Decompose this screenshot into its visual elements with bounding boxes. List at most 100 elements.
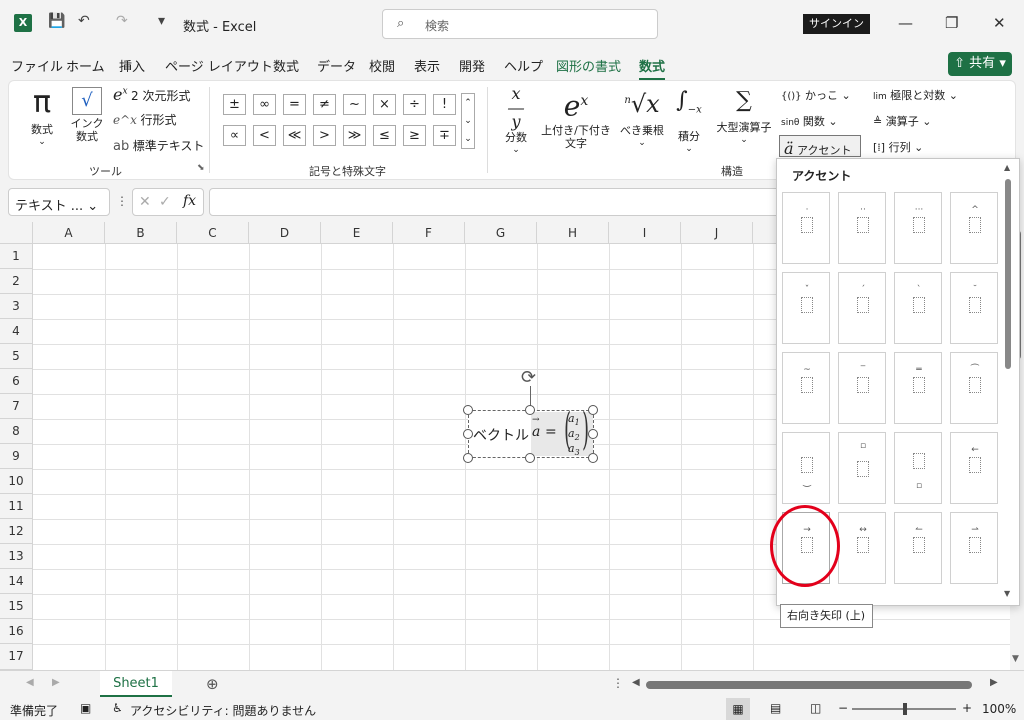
column-header[interactable]: C — [177, 222, 249, 244]
row-header[interactable]: 16 — [0, 619, 33, 644]
function-button[interactable]: sinθ 関数 ⌄ — [781, 113, 838, 129]
minimize-icon[interactable]: — — [898, 14, 913, 32]
resize-handle[interactable] — [588, 429, 598, 439]
tab-home[interactable]: ホーム — [66, 56, 105, 75]
normal-text-button[interactable]: ab 標準テキスト — [113, 137, 204, 154]
undo-icon[interactable]: ↶ — [78, 13, 90, 29]
accent-hat[interactable]: ^ — [950, 192, 998, 264]
row-header[interactable]: 17 — [0, 644, 33, 670]
gallery-scroll-thumb[interactable] — [1005, 179, 1011, 369]
accent-left-arrow-above[interactable]: ← — [950, 432, 998, 504]
tab-shape-format[interactable]: 図形の書式 — [556, 56, 621, 75]
tab-review[interactable]: 校閲 — [369, 56, 395, 75]
fraction-button[interactable]: x ― y 分数 ⌄ — [499, 83, 533, 156]
column-header[interactable]: G — [465, 222, 537, 244]
row-header[interactable]: 3 — [0, 294, 33, 319]
row-header[interactable]: 5 — [0, 344, 33, 369]
row-header[interactable]: 2 — [0, 269, 33, 294]
tab-formulas[interactable]: 数式 — [273, 56, 299, 75]
column-header[interactable]: B — [105, 222, 177, 244]
tab-insert[interactable]: 挿入 — [119, 56, 145, 75]
resize-handle[interactable] — [463, 453, 473, 463]
accent-underbrace[interactable]: ⏝ — [782, 432, 830, 504]
matrix-button[interactable]: [⁞] 行列 ⌄ — [873, 139, 923, 155]
column-header[interactable]: E — [321, 222, 393, 244]
accent-acute[interactable]: ´ — [838, 272, 886, 344]
accent-button[interactable]: ä アクセント ⌄ — [779, 135, 861, 171]
row-header[interactable]: 10 — [0, 469, 33, 494]
ink-equation-button[interactable]: √ インク 数式 — [67, 85, 107, 143]
integral-button[interactable]: ∫−x 積分 ⌄ — [671, 83, 707, 154]
symbol-much-less[interactable]: ≪ — [283, 125, 306, 146]
accent-double-dot[interactable]: ·· — [838, 192, 886, 264]
more-options-icon[interactable]: ⋮ — [612, 676, 624, 690]
accent-breve[interactable]: ˘ — [950, 272, 998, 344]
symbol-less-equal[interactable]: ≤ — [373, 125, 396, 146]
row-header[interactable]: 1 — [0, 244, 33, 269]
radical-button[interactable]: n√x べき乗根 ⌄ — [617, 83, 667, 148]
more-icon[interactable]: ⋮ — [116, 194, 128, 208]
resize-handle[interactable] — [525, 453, 535, 463]
accent-left-harpoon-above[interactable]: ↼ — [894, 512, 942, 584]
symbols-scroll-icon[interactable]: ⌃ ⌄ ⌄ — [461, 93, 475, 149]
column-header[interactable]: J — [681, 222, 753, 244]
normal-view-icon[interactable]: ▦ — [726, 698, 750, 720]
symbol-factorial[interactable]: ! — [433, 94, 456, 115]
equation-button[interactable]: π 数式 ⌄ — [23, 85, 61, 147]
column-header[interactable]: D — [249, 222, 321, 244]
macro-record-icon[interactable]: ▣ — [80, 701, 91, 715]
accent-grave[interactable]: ` — [894, 272, 942, 344]
accent-group-below[interactable]: ▫ — [894, 432, 942, 504]
row-header[interactable]: 9 — [0, 444, 33, 469]
symbol-much-greater[interactable]: ≫ — [343, 125, 366, 146]
limit-button[interactable]: lim 極限と対数 ⌄ — [873, 87, 958, 103]
cancel-icon[interactable]: ✕ — [139, 194, 151, 210]
row-header[interactable]: 13 — [0, 544, 33, 569]
symbol-greater-than[interactable]: > — [313, 125, 336, 146]
row-header[interactable]: 14 — [0, 569, 33, 594]
rotate-handle-icon[interactable]: ⟳ — [521, 367, 536, 388]
share-button[interactable]: ⇧ 共有 ▾ — [948, 52, 1012, 76]
operator-button[interactable]: ≜ 演算子 ⌄ — [873, 113, 931, 129]
signin-button[interactable]: サインイン — [803, 14, 870, 34]
next-sheet-icon[interactable]: ▶ — [52, 677, 60, 688]
symbol-plus-minus[interactable]: ± — [223, 94, 246, 115]
row-header[interactable]: 6 — [0, 369, 33, 394]
enter-icon[interactable]: ✓ — [159, 194, 171, 210]
zoom-slider-thumb[interactable] — [903, 703, 907, 715]
row-header[interactable]: 8 — [0, 419, 33, 444]
accent-group-above[interactable]: ▫ — [838, 432, 886, 504]
symbol-times[interactable]: × — [373, 94, 396, 115]
gallery-scroll-down-icon[interactable]: ▼ — [1004, 589, 1010, 598]
resize-handle[interactable] — [588, 453, 598, 463]
row-header[interactable]: 7 — [0, 394, 33, 419]
formula-input[interactable] — [209, 188, 849, 216]
symbol-not-equal[interactable]: ≠ — [313, 94, 336, 115]
accent-right-harpoon-above[interactable]: ⇀ — [950, 512, 998, 584]
symbol-minus-plus[interactable]: ∓ — [433, 125, 456, 146]
gallery-scroll-up-icon[interactable]: ▲ — [1004, 163, 1010, 172]
large-operator-button[interactable]: ∑ 大型演算子 ⌄ — [711, 83, 777, 145]
tools-launcher-icon[interactable]: ⬊ — [197, 163, 205, 173]
select-all-corner[interactable] — [0, 222, 33, 244]
tab-help[interactable]: ヘルプ — [504, 56, 543, 75]
symbol-less-than[interactable]: < — [253, 125, 276, 146]
accent-double-bar[interactable]: ═ — [894, 352, 942, 424]
symbol-equals[interactable]: = — [283, 94, 306, 115]
resize-handle[interactable] — [525, 405, 535, 415]
scroll-down-icon[interactable]: ▼ — [1012, 654, 1019, 664]
equation-textbox[interactable]: ベクトル → a = ( a1 a2 a3 ) — [468, 408, 594, 458]
zoom-out-icon[interactable]: − — [838, 701, 848, 715]
symbol-divide[interactable]: ÷ — [403, 94, 426, 115]
column-header[interactable]: F — [393, 222, 465, 244]
tab-data[interactable]: データ — [317, 56, 356, 75]
row-header[interactable]: 15 — [0, 594, 33, 619]
column-header[interactable]: I — [609, 222, 681, 244]
bracket-button[interactable]: {()} かっこ ⌄ — [781, 87, 851, 103]
sheet-tab[interactable]: Sheet1 — [100, 671, 172, 697]
close-icon[interactable]: ✕ — [993, 14, 1006, 32]
prev-sheet-icon[interactable]: ◀ — [26, 677, 34, 688]
accent-tilde[interactable]: ~ — [782, 352, 830, 424]
search-box[interactable]: ⌕ 検索 — [382, 9, 658, 39]
name-box[interactable]: テキスト ... ⌄ — [8, 188, 110, 216]
